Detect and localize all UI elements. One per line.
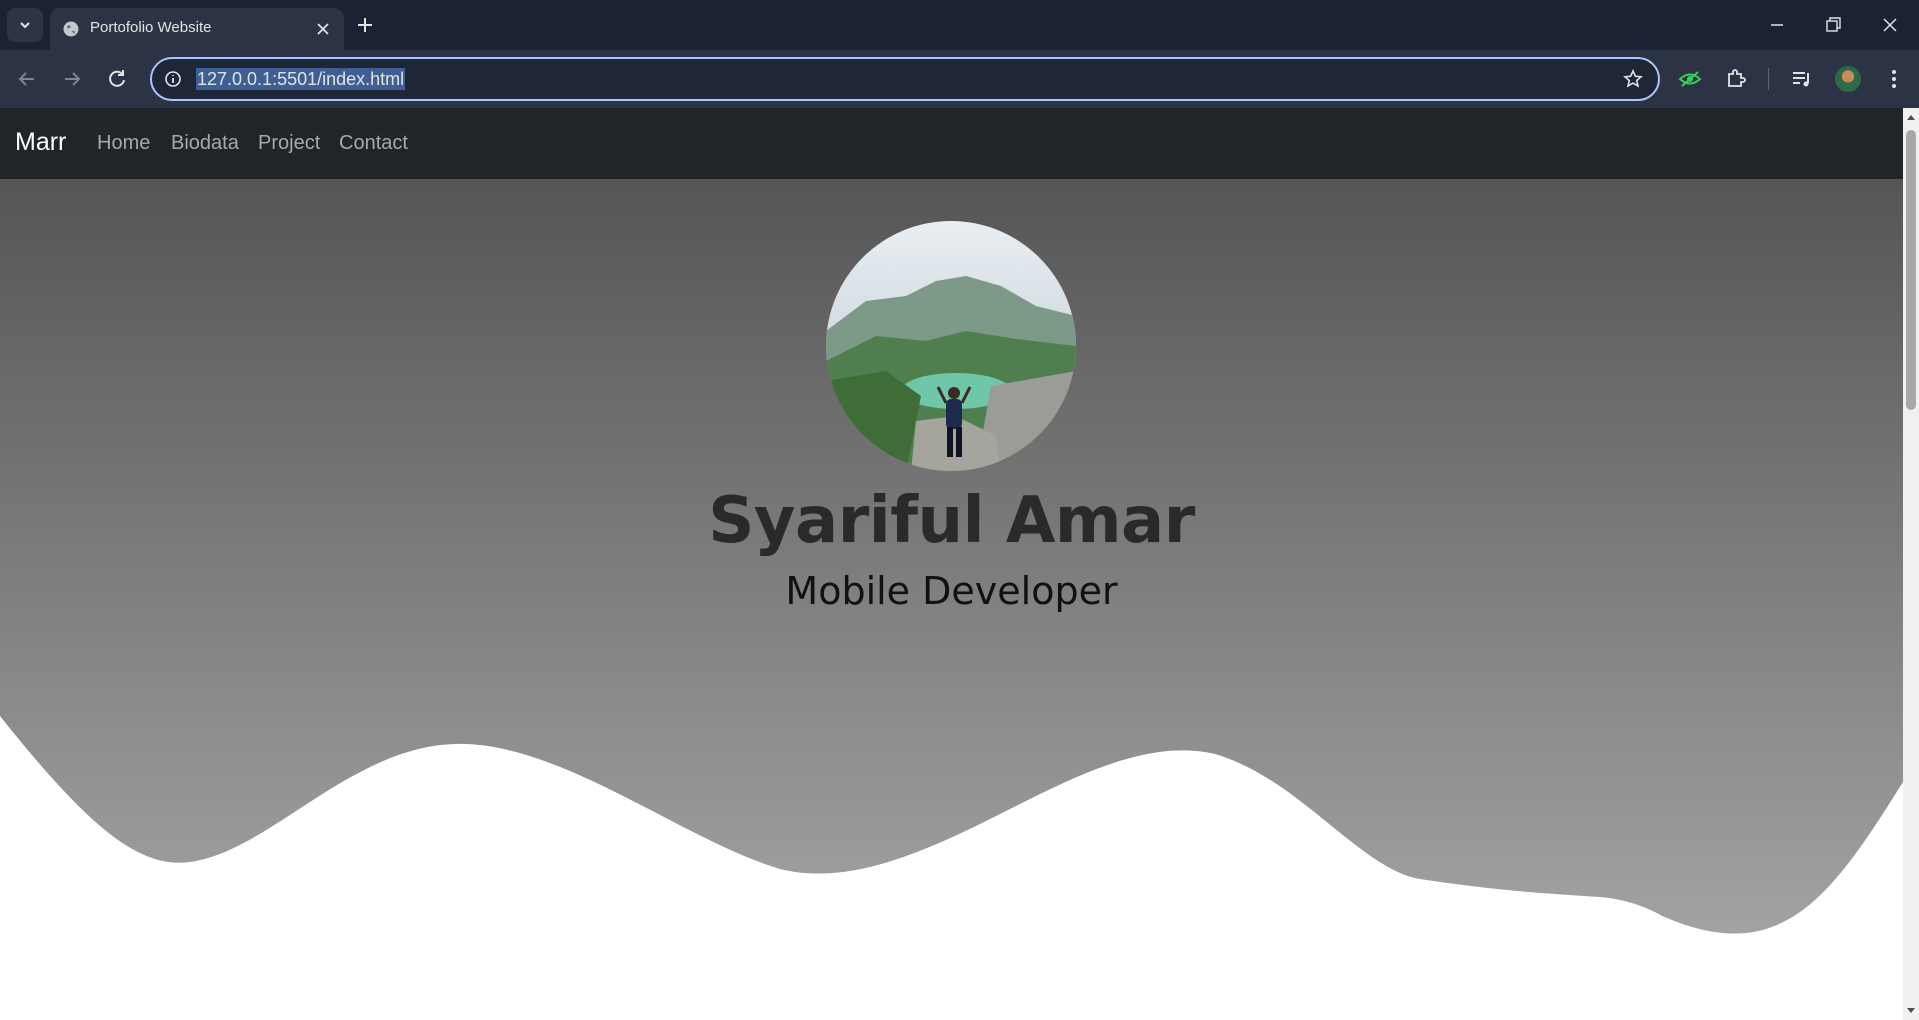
globe-icon [63, 21, 79, 37]
nav-link-contact[interactable]: Contact [339, 132, 408, 155]
window-close-icon[interactable] [1879, 14, 1901, 36]
hero-name: Syariful Amar [708, 484, 1195, 558]
restore-icon[interactable] [1822, 14, 1844, 36]
address-bar[interactable]: 127.0.0.1:5501/index.html [150, 57, 1660, 101]
chevron-down-icon [20, 22, 30, 29]
eye-extension-icon[interactable] [1678, 67, 1702, 91]
nav-link-home[interactable]: Home [97, 132, 150, 155]
scroll-up-arrow-icon[interactable] [1907, 114, 1915, 122]
hero-section: Syariful Amar Mobile Developer [0, 179, 1903, 1020]
close-icon[interactable] [314, 20, 332, 38]
profile-avatar[interactable] [1835, 66, 1861, 92]
site-navbar: Marr Home Biodata Project Contact [0, 108, 1903, 179]
plus-icon[interactable] [354, 14, 376, 36]
tab-search-button[interactable] [7, 8, 43, 42]
bookmark-star-icon[interactable] [1622, 68, 1644, 90]
scrollbar-thumb[interactable] [1906, 130, 1916, 410]
page-viewport: Marr Home Biodata Project Contact Syarif… [0, 108, 1903, 1020]
scroll-down-arrow-icon[interactable] [1907, 1006, 1915, 1014]
tab-title: Portofolio Website [90, 19, 212, 36]
page-scrollbar[interactable] [1903, 108, 1919, 1020]
browser-tabstrip: Portofolio Website [0, 0, 1919, 50]
hero-role: Mobile Developer [785, 569, 1118, 613]
forward-arrow-icon[interactable] [60, 67, 84, 91]
menu-kebab-icon[interactable] [1882, 67, 1906, 91]
browser-tab-active[interactable]: Portofolio Website [50, 8, 344, 50]
site-info-icon[interactable] [164, 70, 182, 88]
toolbar-divider [1768, 68, 1769, 90]
media-playlist-icon[interactable] [1790, 67, 1814, 91]
nav-link-biodata[interactable]: Biodata [171, 132, 239, 155]
reload-icon[interactable] [105, 67, 129, 91]
minimize-icon[interactable] [1766, 14, 1788, 36]
browser-toolbar: 127.0.0.1:5501/index.html [0, 50, 1919, 108]
back-arrow-icon[interactable] [15, 67, 39, 91]
address-bar-url[interactable]: 127.0.0.1:5501/index.html [196, 68, 406, 90]
profile-photo [826, 221, 1076, 471]
extensions-puzzle-icon[interactable] [1724, 67, 1748, 91]
nav-link-project[interactable]: Project [258, 132, 320, 155]
navbar-brand[interactable]: Marr [15, 128, 66, 157]
